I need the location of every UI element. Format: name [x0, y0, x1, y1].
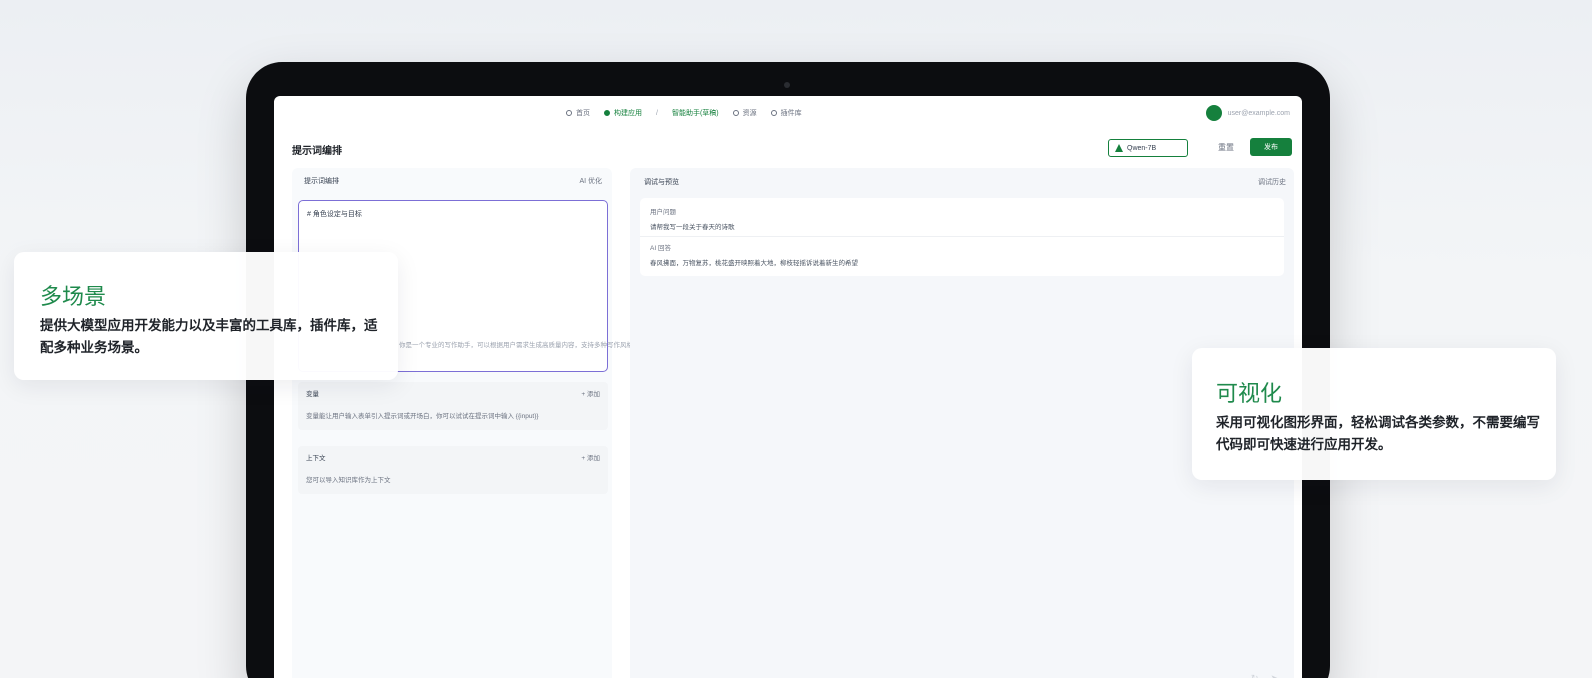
ai-optimize-button[interactable]: AI 优化: [579, 176, 602, 186]
home-icon: [566, 110, 572, 116]
section-title: 上下文: [306, 455, 326, 462]
ai-message-text: 春风拂面，万物复苏，桃花盛开映照着大地，柳枝轻摇诉说着新生的希望: [650, 260, 858, 267]
debug-history-button[interactable]: 调试历史: [1258, 177, 1286, 187]
add-variable-button[interactable]: + 添加: [581, 388, 600, 398]
prompt-heading: # 角色设定与目标: [307, 211, 362, 218]
reset-button[interactable]: 重置: [1218, 142, 1234, 153]
nav-label: 资源: [742, 110, 757, 117]
model-icon: [1115, 144, 1123, 152]
nav-label: 插件库: [780, 110, 802, 117]
nav-label: 构建应用: [614, 110, 642, 117]
section-description: 您可以导入知识库作为上下文: [306, 477, 391, 484]
section-title: 变量: [306, 391, 319, 398]
context-section: 上下文 + 添加 您可以导入知识库作为上下文: [298, 446, 608, 494]
model-name: Qwen-7B: [1127, 144, 1157, 152]
plugin-icon: [770, 110, 777, 116]
nav-item-current-app[interactable]: 智能助手(草稿): [672, 108, 719, 118]
model-select[interactable]: Qwen-7B: [1108, 139, 1188, 157]
add-context-button[interactable]: + 添加: [581, 452, 600, 462]
laptop-frame: 首页 构建应用 / 智能助手(草稿) 资源 插件库 user@example.c…: [246, 62, 1330, 678]
top-nav: 首页 构建应用 / 智能助手(草稿) 资源 插件库 user@example.c…: [274, 96, 1302, 134]
refresh-icon[interactable]: ↻: [1251, 673, 1259, 678]
preview-toolbar: ↻ ➤: [1251, 673, 1278, 678]
camera-dot: [784, 82, 790, 88]
ai-message: AI 回答 春风拂面，万物复苏，桃花盛开映照着大地，柳枝轻摇诉说着新生的希望: [650, 242, 858, 267]
nav-item-plugins[interactable]: 插件库: [770, 108, 802, 118]
prompt-panel-title: 提示词编排: [304, 178, 339, 185]
prompt-panel-header: 提示词编排 AI 优化: [292, 168, 612, 194]
feature-callout-visual: 可视化 采用可视化图形界面，轻松调试各类参数，不需要编写代码即可快速进行应用开发…: [1192, 348, 1556, 480]
nav-item-build[interactable]: 构建应用: [604, 108, 642, 118]
prompt-content: 你是一个专业的写作助手，可以根据用户需求生成高质量内容，支持多种写作风格: [399, 342, 633, 349]
ai-message-label: AI 回答: [650, 245, 671, 252]
callout-body: 采用可视化图形界面，轻松调试各类参数，不需要编写代码即可快速进行应用开发。: [1216, 415, 1540, 453]
chat-preview: 用户问题 请帮我写一段关于春天的诗歌 AI 回答 春风拂面，万物复苏，桃花盛开映…: [640, 198, 1284, 276]
user-email: user@example.com: [1227, 109, 1290, 117]
build-icon: [604, 110, 610, 116]
section-description: 变量能让用户输入表单引入提示词或开场白，你可以试试在提示词中输入 {{input…: [306, 413, 539, 420]
prompt-panel: 提示词编排 AI 优化 # 角色设定与目标 你是一个专业的写作助手，可以根据用户…: [292, 168, 633, 678]
app-screen: 首页 构建应用 / 智能助手(草稿) 资源 插件库 user@example.c…: [274, 96, 1302, 678]
user-message-label: 用户问题: [650, 209, 676, 216]
variables-section: 变量 + 添加 变量能让用户输入表单引入提示词或开场白，你可以试试在提示词中输入…: [298, 382, 608, 430]
feature-callout-multi-scene: 多场景 提供大模型应用开发能力以及丰富的工具库，插件库，适配多种业务场景。: [14, 252, 398, 380]
nav-label: 首页: [576, 110, 590, 117]
user-menu[interactable]: user@example.com: [1205, 105, 1290, 121]
nav-label: 智能助手(草稿): [671, 110, 719, 117]
callout-title: 多场景: [40, 285, 107, 310]
user-message-text: 请帮我写一段关于春天的诗歌: [650, 224, 735, 231]
publish-button[interactable]: 发布: [1250, 138, 1292, 156]
user-message: 用户问题 请帮我写一段关于春天的诗歌: [650, 206, 735, 231]
callout-title: 可视化: [1216, 382, 1283, 407]
send-icon[interactable]: ➤: [1270, 673, 1278, 678]
avatar: [1205, 105, 1222, 121]
title-bar: 提示词编排 Qwen-7B 重置 发布: [274, 134, 1302, 164]
nav-item-resources[interactable]: 资源: [732, 108, 757, 118]
resource-icon: [732, 110, 739, 116]
callout-body: 提供大模型应用开发能力以及丰富的工具库，插件库，适配多种业务场景。: [40, 318, 378, 356]
breadcrumb-separator: /: [656, 109, 658, 117]
nav-item-home[interactable]: 首页: [566, 108, 590, 118]
preview-title: 调试与预览: [644, 179, 679, 186]
divider: [640, 236, 1284, 237]
page-title: 提示词编排: [292, 146, 342, 157]
